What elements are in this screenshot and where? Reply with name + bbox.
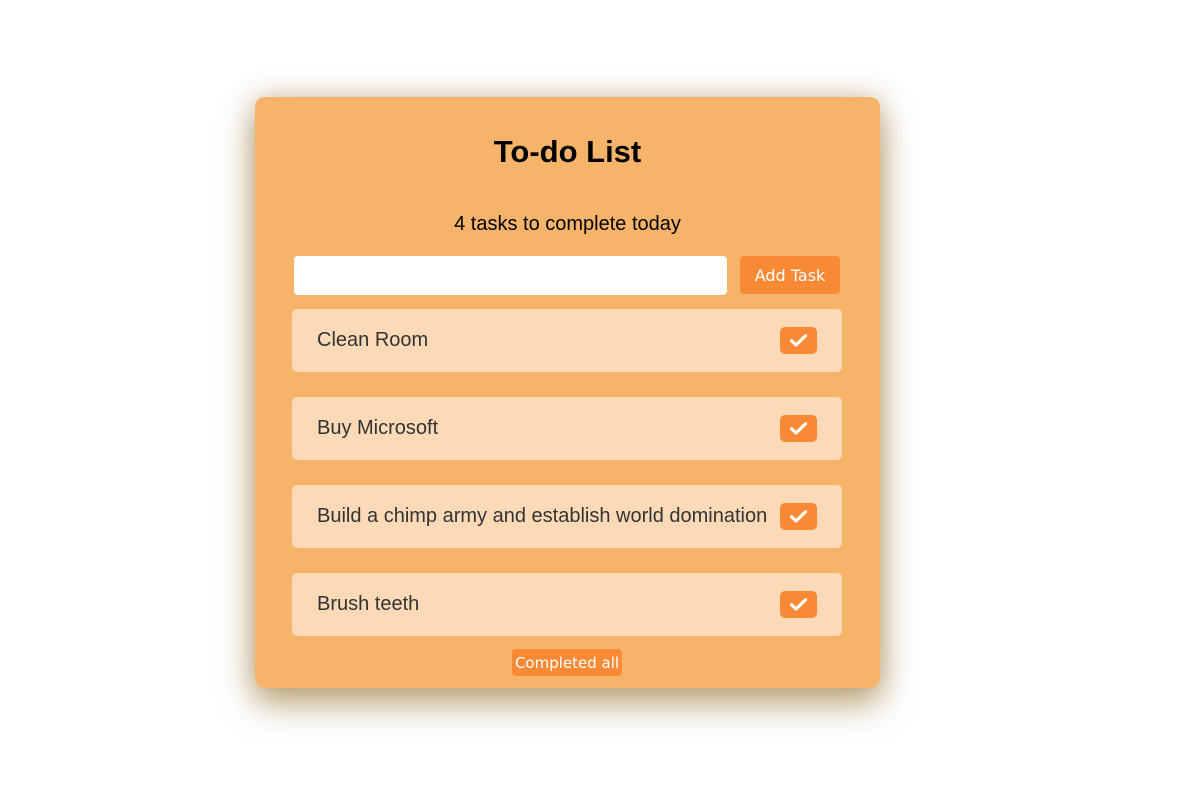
- complete-task-button[interactable]: [780, 503, 817, 530]
- tasks-summary: 4 tasks to complete today: [454, 213, 681, 235]
- check-icon: [790, 510, 807, 523]
- add-task-button[interactable]: Add Task: [740, 256, 840, 294]
- complete-task-button[interactable]: [780, 415, 817, 442]
- task-label: Brush teeth: [317, 593, 420, 615]
- page-title: To-do List: [493, 134, 642, 169]
- new-task-input[interactable]: [294, 256, 727, 295]
- task-label: Clean Room: [317, 329, 429, 351]
- task-item: Buy Microsoft: [292, 397, 842, 460]
- task-item: Brush teeth: [292, 573, 842, 636]
- complete-task-button[interactable]: [780, 327, 817, 354]
- complete-all-button[interactable]: Completed all: [512, 649, 622, 676]
- todo-card: To-do List 4 tasks to complete today Add…: [255, 97, 880, 688]
- task-item: Clean Room: [292, 309, 842, 372]
- check-icon: [790, 334, 807, 347]
- task-label: Build a chimp army and establish world d…: [317, 505, 768, 527]
- task-label: Buy Microsoft: [317, 417, 439, 439]
- check-icon: [790, 422, 807, 435]
- task-list: Clean Room Buy Microsoft Build a chimp a…: [292, 309, 842, 661]
- complete-task-button[interactable]: [780, 591, 817, 618]
- check-icon: [790, 598, 807, 611]
- task-item: Build a chimp army and establish world d…: [292, 485, 842, 548]
